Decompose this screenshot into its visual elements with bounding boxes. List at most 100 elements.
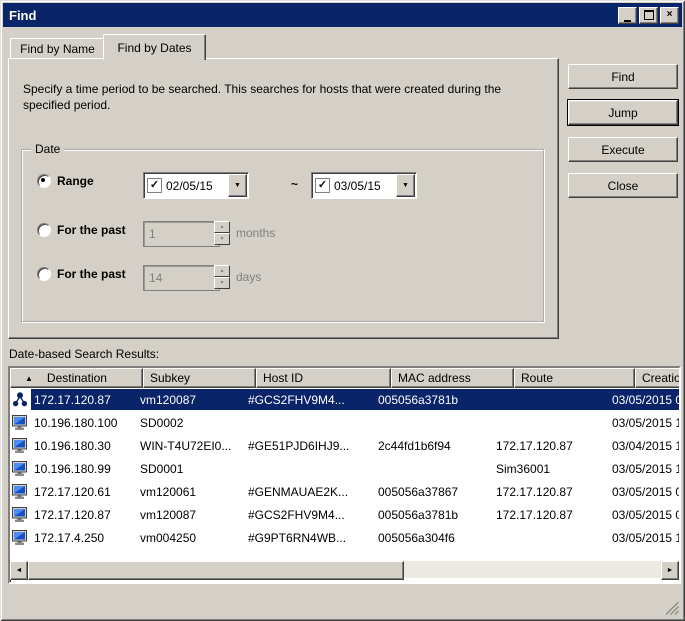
scroll-right-icon: ► (667, 567, 674, 574)
tab-label: Find by Dates (117, 41, 191, 55)
past-months-radio[interactable] (37, 223, 51, 237)
cell-mac-address: 005056a37867 (375, 485, 493, 499)
scrollbar-track[interactable] (404, 561, 661, 578)
range-radio[interactable] (37, 174, 51, 188)
cell-subkey: vm004250 (137, 531, 245, 545)
column-header-label: Creation date (642, 371, 679, 385)
date-to-picker[interactable]: ✓ 03/05/15 ▼ (311, 172, 417, 199)
past-months-input[interactable]: 1 (143, 221, 220, 247)
table-row[interactable]: 172.17.4.250 vm004250 #G9PT6RN4WB... 005… (10, 526, 679, 549)
find-dialog: Find × Find by Name Find by Dates Specif… (0, 0, 685, 621)
scrollbar-thumb[interactable] (28, 561, 404, 580)
row-cells: 10.196.180.100 SD0002 03/05/2015 1 (31, 412, 679, 433)
cell-destination: 172.17.120.87 (31, 508, 137, 522)
cell-host-id: #G9PT6RN4WB... (245, 531, 375, 545)
execute-button[interactable]: Execute (568, 137, 678, 162)
spin-down-button[interactable]: ▼ (214, 233, 230, 245)
column-header-subkey[interactable]: Subkey (143, 368, 256, 388)
close-action-button[interactable]: Close (568, 173, 678, 198)
computer-icon (12, 415, 28, 430)
find-button[interactable]: Find (568, 64, 678, 89)
date-to-dropdown-button[interactable]: ▼ (396, 174, 415, 197)
minimize-button[interactable] (618, 7, 637, 24)
date-from-checkbox[interactable]: ✓ (147, 178, 162, 193)
resize-grip[interactable] (666, 602, 679, 615)
cell-mac-address: 005056a304f6 (375, 531, 493, 545)
jump-button-label: Jump (608, 106, 637, 120)
cell-destination: 172.17.120.61 (31, 485, 137, 499)
range-separator: ~ (291, 177, 298, 191)
cell-host-id: #GE51PJD6IHJ9... (245, 439, 375, 453)
computer-icon (12, 507, 28, 522)
results-header: ▲ Destination Subkey Host ID MAC address… (10, 368, 679, 388)
spin-up-button[interactable]: ▲ (214, 265, 230, 277)
row-icon-cell (10, 507, 31, 522)
find-button-label: Find (611, 70, 634, 84)
column-header-route[interactable]: Route (514, 368, 635, 388)
cell-creation-date: 03/05/2015 0 (609, 508, 679, 522)
past-days-radio[interactable] (37, 267, 51, 281)
column-header-destination[interactable]: ▲ Destination (10, 368, 143, 388)
scroll-left-button[interactable]: ◄ (10, 561, 28, 580)
table-row[interactable]: 10.196.180.100 SD0002 03/05/2015 1 (10, 411, 679, 434)
past-days-unit: days (236, 270, 261, 284)
jump-button[interactable]: Jump (568, 100, 678, 125)
horizontal-scrollbar: ◄ ► (10, 561, 679, 578)
row-icon-cell (10, 415, 31, 430)
table-row[interactable]: 10.196.180.99 SD0001 Sim36001 03/05/2015… (10, 457, 679, 480)
column-header-creation-date[interactable]: Creation date (635, 368, 679, 388)
date-to-checkbox[interactable]: ✓ (315, 178, 330, 193)
table-row[interactable]: 172.17.120.61 vm120061 #GENMAUAE2K... 00… (10, 480, 679, 503)
window-title: Find (9, 8, 36, 23)
cell-destination: 172.17.120.87 (31, 393, 137, 407)
spin-down-button[interactable]: ▼ (214, 277, 230, 289)
column-header-host-id[interactable]: Host ID (256, 368, 391, 388)
maximize-button[interactable] (639, 7, 658, 24)
date-from-picker[interactable]: ✓ 02/05/15 ▼ (143, 172, 249, 199)
date-groupbox: Date Range ✓ 02/05/15 ▼ ~ ✓ 03/05/15 ▼ F… (21, 149, 545, 323)
results-rows: 172.17.120.87 vm120087 #GCS2FHV9M4... 00… (10, 388, 679, 561)
computer-icon (12, 461, 28, 476)
row-icon-cell (10, 530, 31, 545)
cell-subkey: WIN-T4U72EI0... (137, 439, 245, 453)
cell-destination: 10.196.180.99 (31, 462, 137, 476)
cell-route: 172.17.120.87 (493, 508, 609, 522)
table-row[interactable]: 172.17.120.87 vm120087 #GCS2FHV9M4... 00… (10, 388, 679, 411)
cell-route: Sim36001 (493, 462, 609, 476)
past-days-radio-label: For the past (57, 267, 126, 281)
column-header-label: MAC address (398, 371, 471, 385)
column-header-mac-address[interactable]: MAC address (391, 368, 514, 388)
close-button[interactable]: × (660, 7, 679, 24)
scroll-left-icon: ◄ (16, 567, 23, 574)
tab-find-by-name[interactable]: Find by Name (10, 38, 105, 59)
date-groupbox-label: Date (31, 142, 64, 156)
cell-creation-date: 03/05/2015 0 (609, 393, 679, 407)
check-icon: ✓ (150, 180, 159, 191)
cell-destination: 10.196.180.30 (31, 439, 137, 453)
scroll-right-button[interactable]: ► (661, 561, 679, 580)
find-by-dates-panel: Specify a time period to be searched. Th… (8, 58, 559, 339)
table-row[interactable]: 172.17.120.87 vm120087 #GCS2FHV9M4... 00… (10, 503, 679, 526)
title-bar[interactable]: Find × (3, 3, 682, 27)
execute-button-label: Execute (601, 143, 644, 157)
column-header-label: Route (521, 371, 553, 385)
date-from-dropdown-button[interactable]: ▼ (228, 174, 247, 197)
check-icon: ✓ (318, 180, 327, 191)
past-days-input[interactable]: 14 (143, 265, 220, 291)
cell-subkey: vm120061 (137, 485, 245, 499)
table-row[interactable]: 10.196.180.30 WIN-T4U72EI0... #GE51PJD6I… (10, 434, 679, 457)
row-cells: 172.17.120.61 vm120061 #GENMAUAE2K... 00… (31, 481, 679, 502)
cell-host-id: #GCS2FHV9M4... (245, 393, 375, 407)
cell-mac-address: 2c44fd1b6f94 (375, 439, 493, 453)
spin-up-button[interactable]: ▲ (214, 221, 230, 233)
past-months-spinner: ▲ ▼ (214, 221, 230, 245)
cell-route: 172.17.120.87 (493, 485, 609, 499)
tab-find-by-dates[interactable]: Find by Dates (103, 34, 206, 60)
chevron-down-icon: ▼ (402, 182, 409, 189)
row-cells: 10.196.180.99 SD0001 Sim36001 03/05/2015… (31, 458, 679, 479)
row-cells: 10.196.180.30 WIN-T4U72EI0... #GE51PJD6I… (31, 435, 679, 456)
cell-host-id: #GENMAUAE2K... (245, 485, 375, 499)
past-months-unit: months (236, 226, 275, 240)
chevron-down-icon: ▼ (234, 182, 241, 189)
spin-down-icon: ▼ (220, 236, 225, 242)
